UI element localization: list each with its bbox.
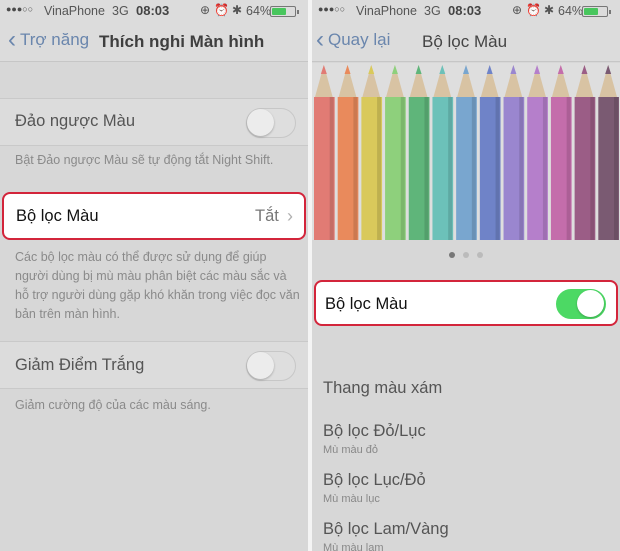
back-button[interactable]: ‹ Trợ năng (8, 26, 90, 53)
accommodations-screen: ●●●○○ VinaPhone 3G 08:03 ⊕ ⏰ ✱ 64% ‹ Trợ… (0, 0, 308, 551)
pencil (408, 65, 430, 240)
clock: 08:03 (136, 3, 170, 18)
chevron-right-icon: › (287, 206, 293, 226)
color-filters-label: Bộ lọc Màu (325, 295, 408, 313)
color-filters-screen: ●●●○○ VinaPhone 3G 08:03 ⊕ ⏰ ✱ 64% ‹ Qua… (312, 0, 620, 551)
pencil (456, 65, 477, 240)
battery-percent: 64% (246, 4, 272, 18)
pencil (361, 65, 383, 240)
status-bar: ●●●○○ VinaPhone 3G 08:03 ⊕ ⏰ ✱ 64% (312, 0, 620, 22)
carrier-label: VinaPhone (44, 4, 105, 18)
pencils-image (314, 65, 619, 240)
filter-option[interactable]: Bộ lọc Lục/Đỏ (323, 471, 426, 490)
page-indicator[interactable] (312, 245, 620, 263)
battery-percent: 64% (558, 4, 584, 18)
invert-colors-toggle[interactable] (246, 108, 296, 138)
rotation-lock-icon: ⊕ (512, 3, 523, 17)
pencil (385, 65, 406, 240)
bluetooth-icon: ✱ (232, 3, 243, 17)
reduce-white-point-note: Giảm cường độ của các màu sáng. (15, 398, 211, 412)
signal-icon: ●●●○○ (318, 4, 346, 14)
chevron-left-icon: ‹ (316, 26, 324, 53)
chevron-left-icon: ‹ (8, 26, 16, 53)
filter-option[interactable]: Bộ lọc Đỏ/Lục (323, 422, 426, 441)
back-button[interactable]: ‹ Quay lại (316, 26, 391, 53)
status-bar: ●●●○○ VinaPhone 3G 08:03 ⊕ ⏰ ✱ 64% (0, 0, 308, 22)
pencil (432, 65, 454, 240)
back-label: Quay lại (328, 30, 391, 49)
signal-icon: ●●●○○ (6, 4, 34, 14)
alarm-icon: ⏰ (214, 3, 229, 17)
battery-icon (582, 6, 611, 17)
battery-icon (270, 6, 299, 17)
filter-option-subtitle: Mù màu lam (323, 542, 384, 551)
invert-colors-label: Đảo ngược Màu (15, 112, 136, 130)
page-dot (449, 252, 455, 258)
color-filters-note: Các bộ lọc màu có thể được sử dụng để gi… (15, 250, 300, 321)
pencil (337, 65, 359, 240)
pencil (574, 65, 596, 240)
navigation-bar: ‹ Trợ năng Thích nghi Màn hình (0, 22, 308, 62)
page-title: Thích nghi Màn hình (99, 32, 265, 51)
pencil (550, 65, 572, 240)
invert-colors-note: Bật Đảo ngược Màu sẽ tự động tắt Night S… (15, 153, 274, 167)
rotation-lock-icon: ⊕ (200, 3, 211, 17)
pencil (314, 65, 335, 240)
reduce-white-point-label: Giảm Điểm Trắng (15, 356, 145, 374)
page-title: Bộ lọc Màu (422, 32, 508, 51)
pencil (503, 65, 525, 240)
color-filters-toggle-row: Bộ lọc Màu (314, 280, 618, 326)
reduce-white-point-row: Giảm Điểm Trắng (0, 341, 308, 389)
reduce-white-point-toggle[interactable] (246, 351, 296, 381)
color-filters-value: Tắt (255, 207, 279, 225)
network-label: 3G (424, 4, 441, 18)
pencil (479, 65, 501, 240)
pencil (527, 65, 548, 240)
carrier-label: VinaPhone (356, 4, 417, 18)
color-pencils-preview[interactable] (312, 63, 620, 240)
back-label: Trợ năng (20, 30, 90, 49)
page-dot (477, 252, 483, 258)
color-filters-label: Bộ lọc Màu (16, 207, 99, 225)
filter-option-subtitle: Mù màu lục (323, 493, 380, 505)
filter-option-subtitle: Mù màu đỏ (323, 444, 379, 456)
color-filters-toggle[interactable] (556, 289, 606, 319)
filter-option[interactable]: Thang màu xám (323, 379, 442, 398)
bluetooth-icon: ✱ (544, 3, 555, 17)
page-dot (463, 252, 469, 258)
color-filters-row[interactable]: Bộ lọc Màu Tắt › (2, 192, 306, 240)
clock: 08:03 (448, 3, 482, 18)
network-label: 3G (112, 4, 129, 18)
navigation-bar: ‹ Quay lại Bộ lọc Màu (312, 22, 620, 62)
invert-colors-row: Đảo ngược Màu (0, 98, 308, 146)
filter-option[interactable]: Bộ lọc Lam/Vàng (323, 520, 449, 539)
pencil (598, 65, 619, 240)
alarm-icon: ⏰ (526, 3, 541, 17)
